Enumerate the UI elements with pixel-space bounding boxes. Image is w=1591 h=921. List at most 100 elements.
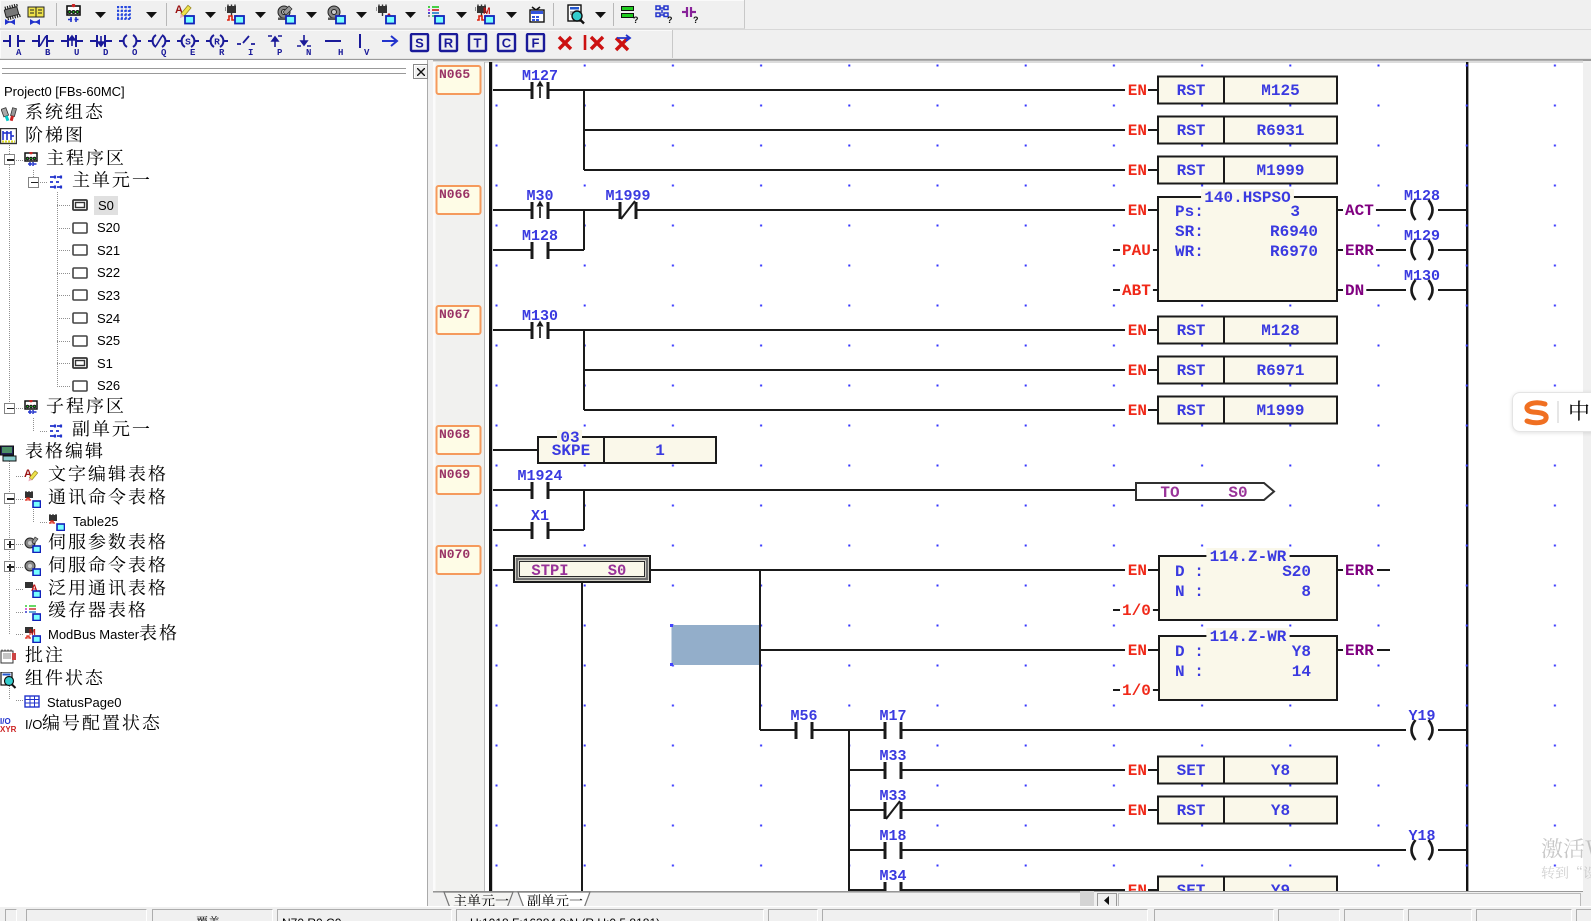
svg-text:N069: N069 — [439, 467, 470, 482]
svg-text:M129: M129 — [1404, 228, 1440, 245]
svg-text:Y8: Y8 — [1271, 802, 1290, 820]
svg-text:S20: S20 — [1282, 563, 1311, 581]
svg-text:M33: M33 — [879, 748, 906, 765]
svg-text:114.Z-WR: 114.Z-WR — [1210, 548, 1287, 566]
svg-text:M: M — [483, 6, 491, 16]
svg-text:M127: M127 — [522, 68, 558, 85]
svg-text:M30: M30 — [526, 188, 553, 205]
svg-text:1/0: 1/0 — [1122, 682, 1151, 700]
svg-text:N: N — [306, 48, 311, 57]
svg-text:EN: EN — [1128, 202, 1147, 220]
svg-text:M130: M130 — [1404, 268, 1440, 285]
svg-text:S0: S0 — [608, 562, 627, 580]
svg-text:N070: N070 — [439, 547, 470, 562]
svg-text:1/0: 1/0 — [1122, 602, 1151, 620]
svg-text:N065: N065 — [439, 67, 470, 82]
svg-text:O: O — [132, 48, 138, 57]
svg-text:EN: EN — [1128, 82, 1147, 100]
svg-text:ERR: ERR — [1345, 562, 1374, 580]
svg-text:Y9: Y9 — [1271, 882, 1290, 891]
svg-text:?: ? — [633, 15, 639, 25]
svg-text:Ps:: Ps: — [1175, 203, 1204, 221]
svg-text:WR:: WR: — [1175, 243, 1204, 261]
svg-text:N :: N : — [1175, 663, 1204, 681]
svg-text:X1: X1 — [531, 508, 549, 525]
svg-text:ERR: ERR — [1345, 242, 1374, 260]
svg-text:R6971: R6971 — [1256, 362, 1304, 380]
svg-text:ACT: ACT — [1345, 202, 1374, 220]
svg-text:DN: DN — [1345, 282, 1364, 300]
svg-text:M18: M18 — [879, 828, 906, 845]
svg-text:EN: EN — [1128, 362, 1147, 380]
svg-text:RST: RST — [1177, 122, 1206, 140]
svg-text:EN: EN — [1128, 122, 1147, 140]
svg-text:3: 3 — [1290, 203, 1300, 221]
svg-text:EN: EN — [1128, 322, 1147, 340]
svg-text:8: 8 — [1301, 583, 1311, 601]
svg-text:M128: M128 — [522, 228, 558, 245]
svg-text:N066: N066 — [439, 187, 470, 202]
svg-text:Y8: Y8 — [1292, 643, 1311, 661]
svg-text:RST: RST — [1177, 362, 1206, 380]
svg-text:M128: M128 — [1404, 188, 1440, 205]
svg-text:H: H — [338, 48, 343, 57]
svg-text:R: R — [444, 36, 454, 51]
svg-text:RST: RST — [1177, 162, 1206, 180]
svg-text:M56: M56 — [790, 708, 817, 725]
svg-text:B: B — [45, 48, 51, 57]
svg-text:R6931: R6931 — [1256, 122, 1304, 140]
svg-text:EN: EN — [1128, 762, 1147, 780]
svg-text:RST: RST — [1177, 802, 1206, 820]
svg-text:ERR: ERR — [1345, 642, 1374, 660]
svg-text:XYR: XYR — [0, 725, 17, 734]
svg-text:?: ? — [693, 15, 699, 25]
svg-text:Q: Q — [161, 48, 167, 57]
svg-text:SR:: SR: — [1175, 223, 1204, 241]
svg-text:N067: N067 — [439, 307, 470, 322]
svg-text:EN: EN — [1128, 642, 1147, 660]
svg-text:R6940: R6940 — [1270, 223, 1318, 241]
svg-text:EN: EN — [1128, 802, 1147, 820]
svg-text:C: C — [502, 36, 512, 51]
svg-text:RST: RST — [1177, 402, 1206, 420]
svg-text:M33: M33 — [879, 788, 906, 805]
svg-text:M17: M17 — [879, 708, 906, 725]
svg-text:1: 1 — [655, 442, 665, 460]
svg-text:T: T — [474, 36, 482, 51]
svg-text:M128: M128 — [1261, 322, 1299, 340]
svg-text:140.HSPSO: 140.HSPSO — [1204, 189, 1291, 207]
svg-text:ABT: ABT — [1122, 282, 1151, 300]
svg-text:S: S — [185, 37, 191, 48]
svg-text:M130: M130 — [522, 308, 558, 325]
svg-text:S: S — [415, 36, 424, 51]
svg-text:M1999: M1999 — [1256, 162, 1304, 180]
svg-text:SET: SET — [1177, 762, 1206, 780]
svg-text:A: A — [16, 48, 22, 57]
svg-text:R: R — [214, 37, 220, 48]
svg-text:RST: RST — [1177, 322, 1206, 340]
svg-text:SKPE: SKPE — [552, 442, 590, 460]
svg-text:U: U — [74, 48, 79, 57]
svg-text:?: ? — [667, 15, 673, 25]
svg-text:N :: N : — [1175, 583, 1204, 601]
svg-text:P: P — [277, 48, 283, 57]
svg-text:E: E — [190, 48, 196, 57]
svg-text:N068: N068 — [439, 427, 470, 442]
svg-text:TO: TO — [1160, 484, 1180, 502]
svg-text:S0: S0 — [1228, 484, 1247, 502]
svg-text:EN: EN — [1128, 562, 1147, 580]
svg-text:14: 14 — [1292, 663, 1312, 681]
svg-text:EN: EN — [1128, 402, 1147, 420]
svg-text:F: F — [532, 36, 540, 51]
svg-text:RST: RST — [1177, 82, 1206, 100]
svg-text:Y8: Y8 — [1271, 762, 1290, 780]
svg-text:V: V — [364, 48, 370, 57]
svg-text:M1999: M1999 — [1256, 402, 1304, 420]
svg-text:R6970: R6970 — [1270, 243, 1318, 261]
svg-text:D :: D : — [1175, 643, 1204, 661]
svg-text:M1924: M1924 — [517, 468, 562, 485]
svg-text:PAU: PAU — [1122, 242, 1151, 260]
svg-text:R: R — [219, 48, 225, 57]
svg-text:D: D — [103, 48, 109, 57]
svg-text:STPI: STPI — [531, 562, 568, 580]
